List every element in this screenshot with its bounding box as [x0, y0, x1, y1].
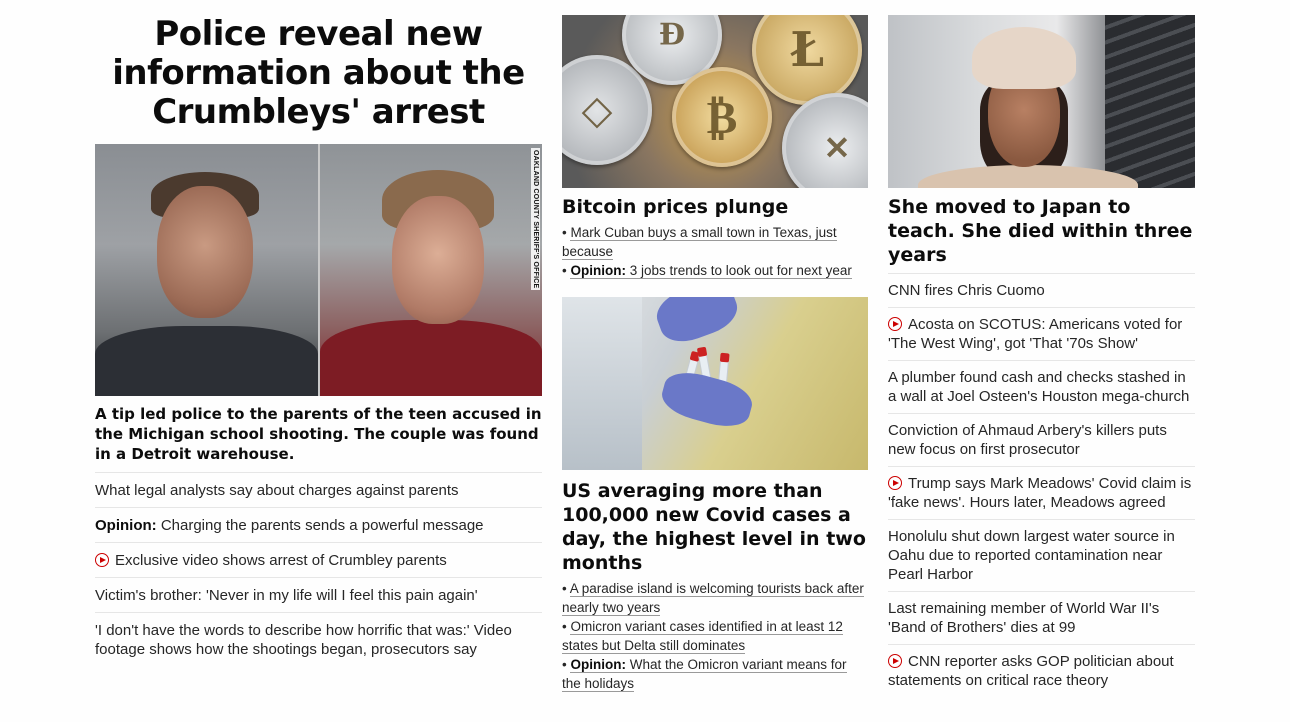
- related-link[interactable]: Exclusive video shows arrest of Crumbley…: [95, 552, 447, 569]
- opinion-label: Opinion:: [570, 263, 626, 278]
- list-item[interactable]: What legal analysts say about charges ag…: [95, 472, 542, 507]
- news-link[interactable]: CNN fires Chris Cuomo: [888, 282, 1045, 299]
- play-video-icon: [888, 654, 902, 668]
- play-video-icon: [95, 553, 109, 567]
- news-link[interactable]: Last remaining member of World War II's …: [888, 600, 1159, 636]
- mugshots-image[interactable]: OAKLAND COUNTY SHERIFF'S OFFICE: [95, 144, 542, 396]
- related-link[interactable]: 'I don't have the words to describe how …: [95, 622, 512, 658]
- list-item[interactable]: Conviction of Ahmaud Arbery's killers pu…: [888, 413, 1195, 466]
- news-link[interactable]: Honolulu shut down largest water source …: [888, 528, 1175, 583]
- covid-headline-link[interactable]: US averaging more than 100,000 new Covid…: [562, 479, 868, 575]
- lead-headline[interactable]: Police reveal new information about the …: [95, 15, 542, 132]
- bitcoin-headline-link[interactable]: Bitcoin prices plunge: [562, 195, 868, 219]
- japan-headline-link[interactable]: She moved to Japan to teach. She died wi…: [888, 195, 1195, 267]
- mugshot-father: [95, 144, 318, 396]
- list-item[interactable]: • Opinion: What the Omicron variant mean…: [562, 655, 868, 693]
- related-link[interactable]: Opinion: Charging the parents sends a po…: [95, 517, 484, 534]
- image-credit: OAKLAND COUNTY SHERIFF'S OFFICE: [531, 148, 540, 291]
- bitcoin-bullets: • Mark Cuban buys a small town in Texas,…: [562, 223, 868, 280]
- list-item[interactable]: Trump says Mark Meadows' Covid claim is …: [888, 466, 1195, 519]
- covid-headline[interactable]: US averaging more than 100,000 new Covid…: [562, 479, 868, 575]
- list-item[interactable]: • A paradise island is welcoming tourist…: [562, 579, 868, 617]
- play-video-icon: [888, 476, 902, 490]
- list-item[interactable]: CNN reporter asks GOP politician about s…: [888, 644, 1195, 697]
- list-item[interactable]: Victim's brother: 'Never in my life will…: [95, 577, 542, 612]
- right-column: She moved to Japan to teach. She died wi…: [888, 15, 1195, 697]
- lead-story-column: Police reveal new information about the …: [95, 15, 542, 666]
- list-item[interactable]: Exclusive video shows arrest of Crumbley…: [95, 542, 542, 577]
- mugshot-mother: [319, 144, 542, 396]
- news-link[interactable]: Trump says Mark Meadows' Covid claim is …: [888, 475, 1191, 511]
- list-item[interactable]: • Omicron variant cases identified in at…: [562, 617, 868, 655]
- lead-image-link[interactable]: OAKLAND COUNTY SHERIFF'S OFFICE: [95, 144, 542, 396]
- lead-related-list: What legal analysts say about charges ag…: [95, 472, 542, 666]
- list-item[interactable]: Opinion: Charging the parents sends a po…: [95, 507, 542, 542]
- covid-bullets: • A paradise island is welcoming tourist…: [562, 579, 868, 693]
- lead-headline-link[interactable]: Police reveal new information about the …: [95, 15, 542, 132]
- list-item[interactable]: • Opinion: 3 jobs trends to look out for…: [562, 261, 868, 280]
- list-item[interactable]: A plumber found cash and checks stashed …: [888, 360, 1195, 413]
- list-item[interactable]: Honolulu shut down largest water source …: [888, 519, 1195, 591]
- list-item[interactable]: Acosta on SCOTUS: Americans voted for 'T…: [888, 307, 1195, 360]
- crypto-coins-image[interactable]: ◇ Ð Ł ₿ ✕: [562, 15, 868, 188]
- bullet-link[interactable]: Mark Cuban buys a small town in Texas, j…: [562, 225, 837, 260]
- japan-image-link[interactable]: [888, 15, 1195, 188]
- teacher-portrait-image[interactable]: [888, 15, 1195, 188]
- right-news-list: CNN fires Chris Cuomo Acosta on SCOTUS: …: [888, 273, 1195, 697]
- japan-headline[interactable]: She moved to Japan to teach. She died wi…: [888, 195, 1195, 267]
- bullet-link[interactable]: Opinion: What the Omicron variant means …: [562, 657, 847, 692]
- bitcoin-headline[interactable]: Bitcoin prices plunge: [562, 195, 868, 219]
- bullet-link[interactable]: Omicron variant cases identified in at l…: [562, 619, 843, 654]
- news-link[interactable]: Conviction of Ahmaud Arbery's killers pu…: [888, 422, 1167, 458]
- play-video-icon: [888, 317, 902, 331]
- news-link[interactable]: CNN reporter asks GOP politician about s…: [888, 653, 1174, 689]
- opinion-label: Opinion:: [570, 657, 626, 672]
- lead-summary-link[interactable]: A tip led police to the parents of the t…: [95, 404, 542, 464]
- lead-summary[interactable]: A tip led police to the parents of the t…: [95, 404, 542, 464]
- covid-image-link[interactable]: [562, 297, 868, 470]
- covid-test-image[interactable]: [562, 297, 868, 470]
- bullet-link[interactable]: Opinion: 3 jobs trends to look out for n…: [570, 263, 852, 279]
- bitcoin-image-link[interactable]: ◇ Ð Ł ₿ ✕: [562, 15, 868, 188]
- related-link[interactable]: What legal analysts say about charges ag…: [95, 482, 459, 499]
- list-item[interactable]: Last remaining member of World War II's …: [888, 591, 1195, 644]
- list-item[interactable]: CNN fires Chris Cuomo: [888, 273, 1195, 307]
- middle-column: ◇ Ð Ł ₿ ✕ Bitcoin prices plunge • Mark C…: [562, 15, 868, 693]
- bullet-link[interactable]: A paradise island is welcoming tourists …: [562, 581, 864, 616]
- news-link[interactable]: A plumber found cash and checks stashed …: [888, 369, 1189, 405]
- list-item[interactable]: • Mark Cuban buys a small town in Texas,…: [562, 223, 868, 261]
- opinion-label: Opinion:: [95, 517, 157, 534]
- related-link[interactable]: Victim's brother: 'Never in my life will…: [95, 587, 478, 604]
- news-link[interactable]: Acosta on SCOTUS: Americans voted for 'T…: [888, 316, 1182, 352]
- list-item[interactable]: 'I don't have the words to describe how …: [95, 612, 542, 666]
